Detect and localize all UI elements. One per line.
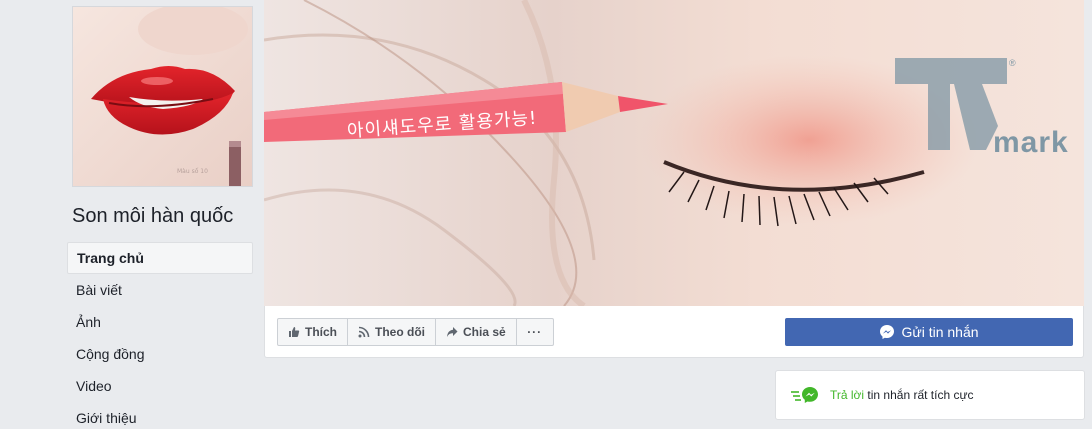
like-button[interactable]: Thích <box>278 319 348 345</box>
send-message-label: Gửi tin nhắn <box>901 324 979 340</box>
sidebar-item-home[interactable]: Trang chủ <box>67 242 253 274</box>
lips-photo: Màu số 10 <box>73 7 252 186</box>
share-label: Chia sẻ <box>463 325 506 339</box>
registered-mark: ® <box>1009 58 1016 68</box>
page-name[interactable]: Son môi hàn quốc <box>72 205 233 228</box>
like-label: Thích <box>305 325 337 339</box>
page-action-bar: Thích Theo dõi Chia sẻ ··· Gửi tin nhắn <box>264 306 1084 358</box>
sidebar-item-about[interactable]: Giới thiệu <box>67 402 253 429</box>
sidebar-item-videos[interactable]: Video <box>67 370 253 402</box>
sidebar-item-photos[interactable]: Ảnh <box>67 306 253 338</box>
follow-label: Theo dõi <box>375 325 425 339</box>
page-sidebar-nav: Trang chủ Bài viết Ảnh Cộng đồng Video G… <box>67 242 253 429</box>
thumbs-up-icon <box>288 326 300 338</box>
more-options-button[interactable]: ··· <box>517 319 553 345</box>
share-arrow-icon <box>446 326 458 338</box>
eye-pencil-photo <box>264 0 1084 306</box>
response-rate-text: Trả lời tin nhắn rất tích cực <box>830 388 974 402</box>
sidebar-item-community[interactable]: Cộng đồng <box>67 338 253 370</box>
profile-picture[interactable]: Màu số 10 <box>72 6 253 187</box>
messenger-fast-icon <box>790 386 820 404</box>
response-description: tin nhắn rất tích cực <box>864 388 974 402</box>
messenger-icon <box>879 324 895 340</box>
watermark-text: mark <box>993 126 1069 159</box>
svg-text:Màu số 10: Màu số 10 <box>177 168 208 175</box>
response-highlight: Trả lời <box>830 388 865 402</box>
page-action-buttons: Thích Theo dõi Chia sẻ ··· <box>277 318 554 346</box>
follow-button[interactable]: Theo dõi <box>348 319 436 345</box>
response-rate-card: Trả lời tin nhắn rất tích cực <box>775 370 1085 420</box>
share-button[interactable]: Chia sẻ <box>436 319 517 345</box>
more-dots-icon: ··· <box>527 325 543 339</box>
sidebar-item-posts[interactable]: Bài viết <box>67 274 253 306</box>
cover-photo[interactable]: 아이섀도우로 활용가능! <box>264 0 1084 306</box>
rss-icon <box>358 326 370 338</box>
send-message-button[interactable]: Gửi tin nhắn <box>785 318 1073 346</box>
